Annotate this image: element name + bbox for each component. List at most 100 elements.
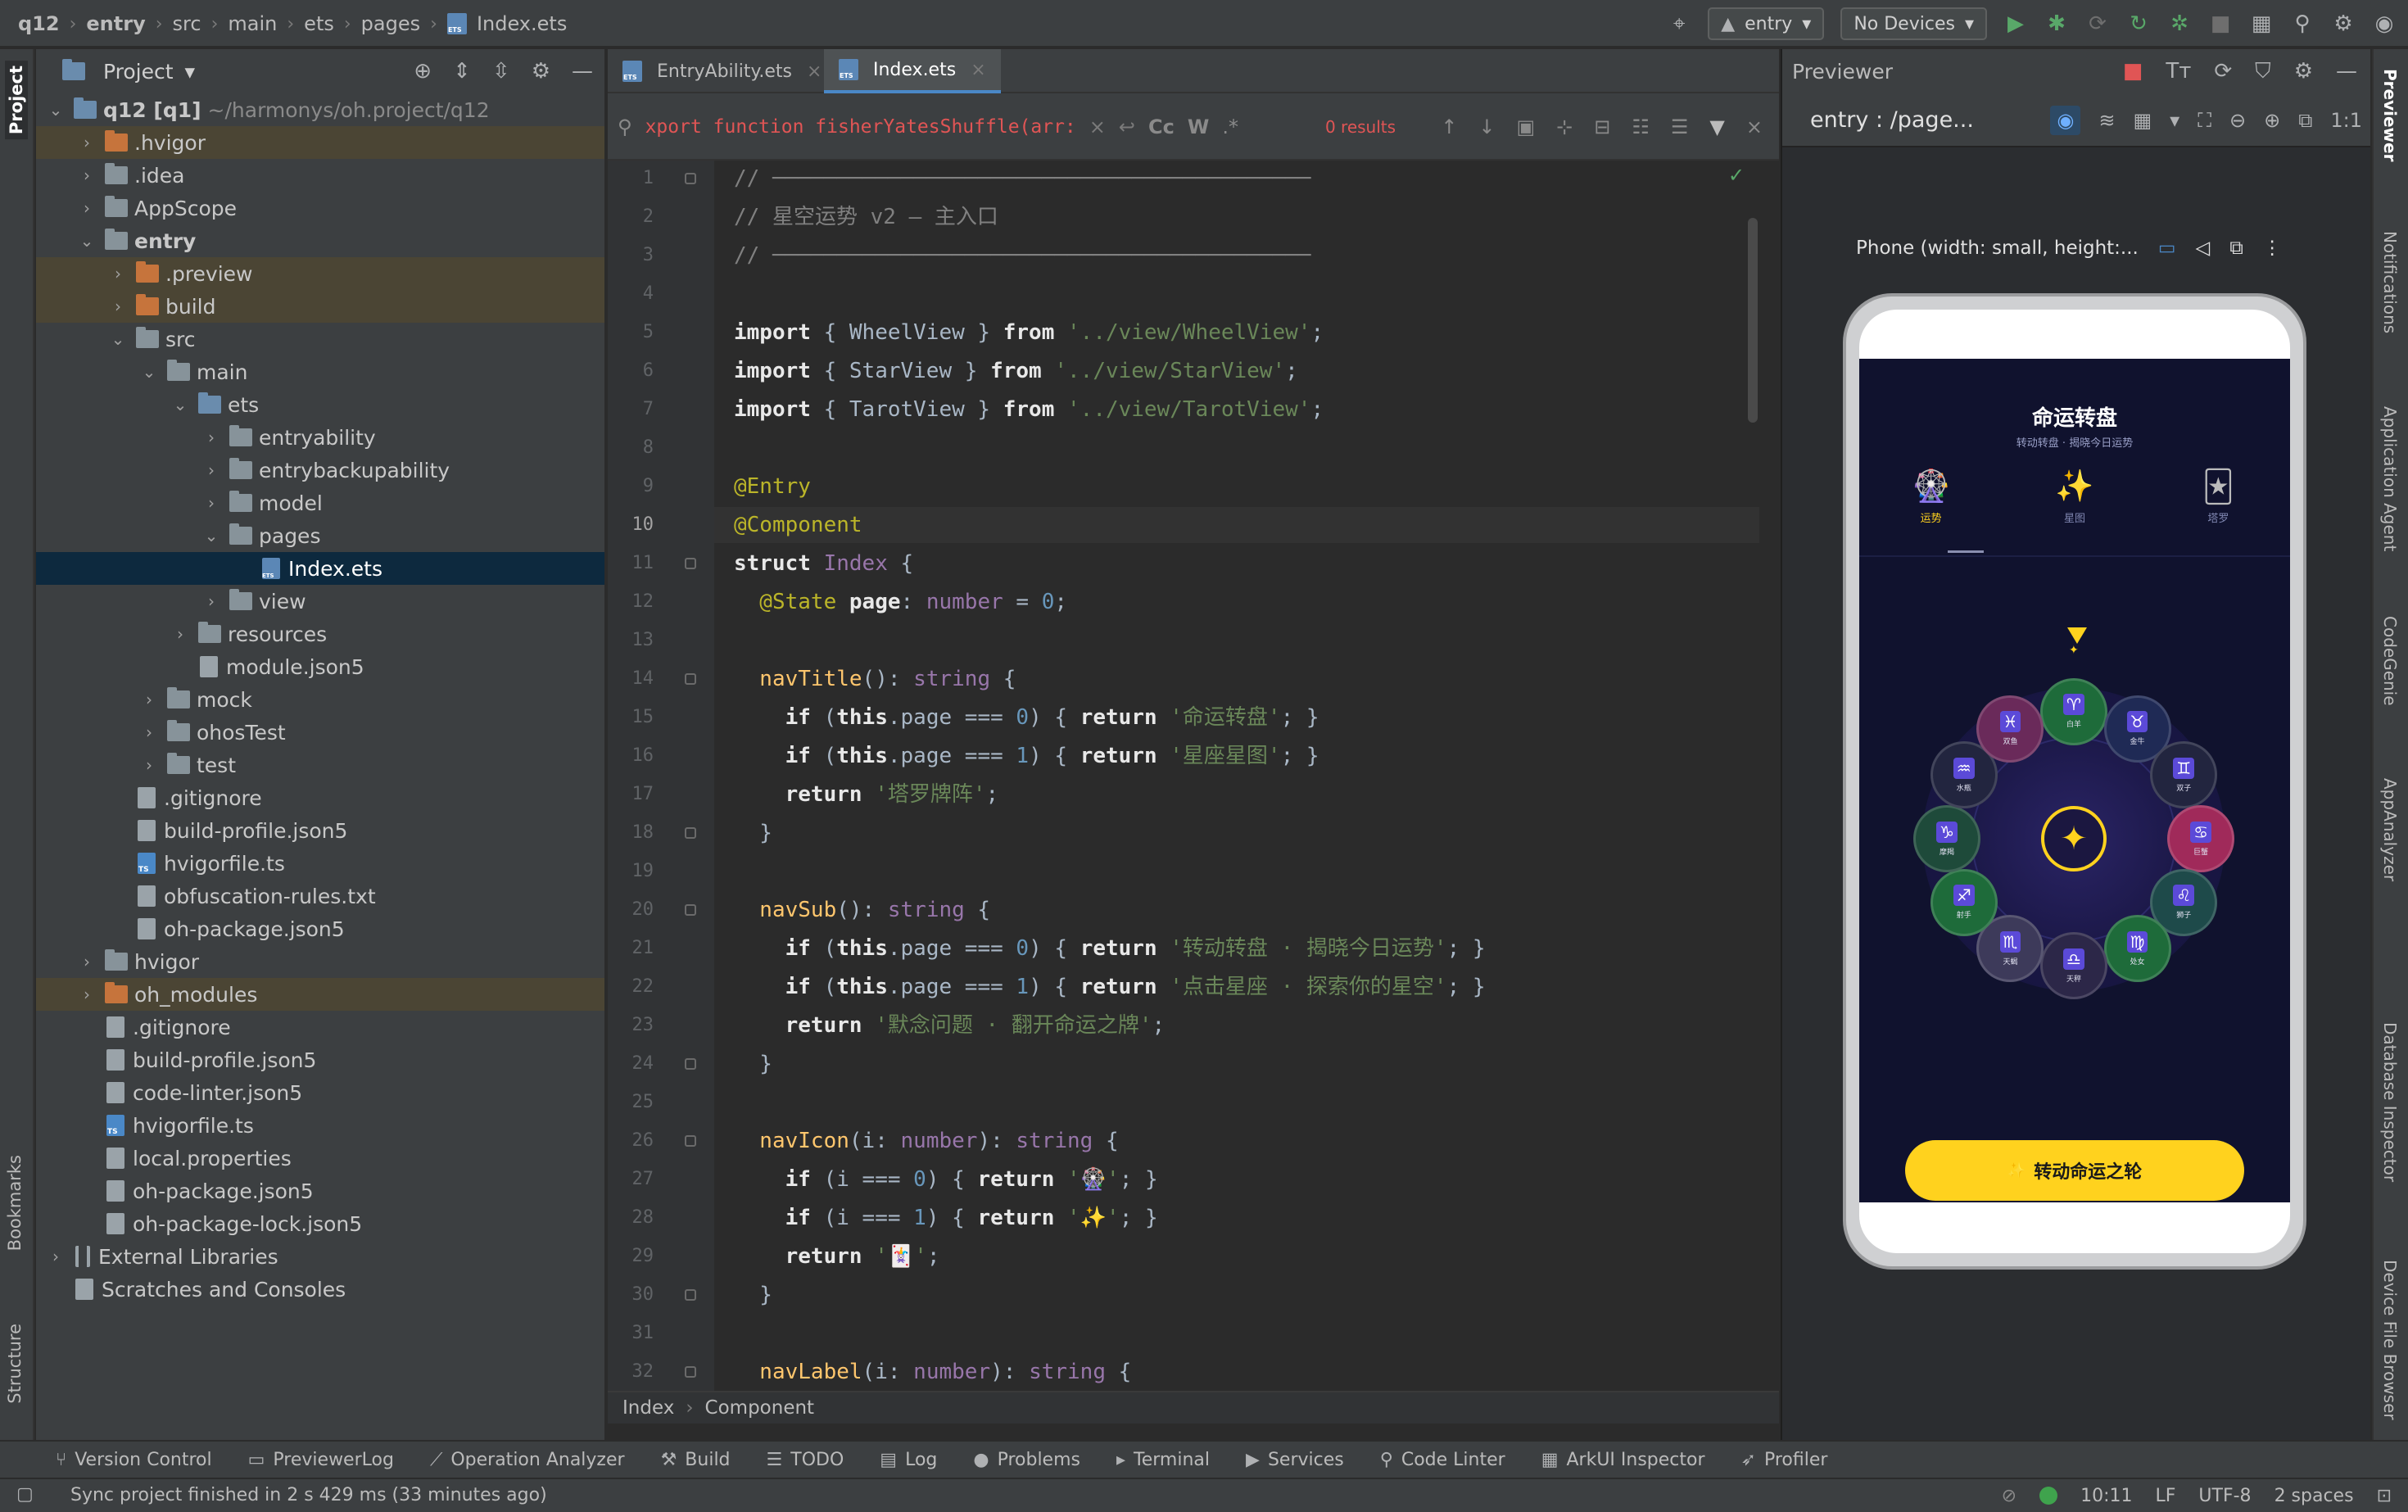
chevron-right-icon[interactable]: ›: [77, 198, 97, 218]
tool-tab-arkui-inspector[interactable]: ▦ ArkUI Inspector: [1541, 1450, 1705, 1470]
previewer-tool-tab[interactable]: Previewer: [2380, 69, 2400, 161]
line-number[interactable]: 10: [608, 507, 654, 543]
fold-marker-icon[interactable]: [685, 173, 696, 184]
chevron-right-icon[interactable]: ›: [108, 297, 128, 316]
tool-tab-services[interactable]: ▶ Services: [1246, 1450, 1344, 1470]
status-message[interactable]: Sync project finished in 2 s 429 ms (33 …: [70, 1479, 547, 1512]
editor-scrollbar[interactable]: [1748, 218, 1758, 423]
line-number[interactable]: 13: [608, 622, 654, 659]
device-profile-label[interactable]: Phone (width: small, height:...: [1856, 238, 2139, 259]
chevron-right-icon[interactable]: ›: [170, 624, 190, 644]
breadcrumb-item[interactable]: entry: [86, 12, 145, 35]
line-number[interactable]: 4: [608, 276, 654, 312]
new-line-icon[interactable]: ↩: [1119, 115, 1135, 138]
zodiac-aries[interactable]: ♈ 白羊: [2040, 677, 2107, 745]
font-size-icon[interactable]: Tт: [2166, 59, 2191, 84]
fold-marker-icon[interactable]: [685, 1135, 696, 1147]
line-number[interactable]: 18: [608, 815, 654, 851]
line-separator[interactable]: LF: [2156, 1486, 2176, 1506]
select-all-occurrences-icon[interactable]: ▣: [1516, 115, 1535, 138]
application-agent-tool-tab[interactable]: Application Agent: [2380, 406, 2400, 551]
tree-item[interactable]: ⌄ ets: [36, 388, 604, 421]
line-number[interactable]: 14: [608, 661, 654, 697]
chevron-down-icon[interactable]: ⌄: [46, 100, 66, 120]
breadcrumb-item[interactable]: q12: [18, 12, 60, 35]
indent-setting[interactable]: 2 spaces: [2274, 1486, 2354, 1506]
tree-item[interactable]: module.json5: [36, 650, 604, 683]
line-number[interactable]: 27: [608, 1161, 654, 1197]
tool-tab-problems[interactable]: ● Problems: [973, 1450, 1080, 1470]
tree-item[interactable]: oh-package-lock.json5: [36, 1207, 604, 1240]
line-number[interactable]: 1: [608, 161, 654, 197]
chevron-right-icon[interactable]: ›: [139, 755, 159, 775]
display-icon[interactable]: ▭: [2158, 238, 2176, 259]
breadcrumb-item[interactable]: pages: [361, 12, 420, 35]
tree-item[interactable]: › .idea: [36, 159, 604, 192]
target-icon[interactable]: ⌖: [1667, 11, 1691, 36]
tree-item[interactable]: ⌄ q12 [q1] ~/harmonys/oh.project/q12: [36, 93, 604, 126]
project-structure-icon[interactable]: ▦: [2249, 11, 2274, 36]
clear-icon[interactable]: ×: [1089, 115, 1106, 138]
zodiac-libra[interactable]: ♎ 天秤: [2040, 932, 2107, 1000]
tree-item[interactable]: › view: [36, 585, 604, 618]
tree-item[interactable]: › .hvigor: [36, 126, 604, 159]
breadcrumb-item[interactable]: main: [228, 12, 277, 35]
zodiac-capricorn[interactable]: ♑ 摩羯: [1912, 805, 1980, 872]
close-icon[interactable]: ×: [1746, 115, 1763, 138]
codegenie-icon[interactable]: ◉: [2372, 11, 2397, 36]
select-all-icon[interactable]: ☷: [1632, 115, 1650, 138]
locate-icon[interactable]: ⊕: [414, 59, 432, 84]
device-selector[interactable]: No Devices ▾: [1840, 7, 1987, 40]
tool-tab-log[interactable]: ▤ Log: [880, 1450, 937, 1470]
tree-item[interactable]: › build: [36, 290, 604, 323]
fold-marker-icon[interactable]: [685, 673, 696, 685]
bookmarks-tool-tab[interactable]: Bookmarks: [5, 1155, 25, 1251]
line-number[interactable]: 8: [608, 430, 654, 466]
toggle-panels-icon[interactable]: ▢: [16, 1484, 34, 1505]
tree-item[interactable]: hvigorfile.ts: [36, 847, 604, 880]
status-ok-icon[interactable]: [2039, 1487, 2058, 1505]
filter-icon[interactable]: ▼: [1709, 115, 1724, 138]
fold-marker-icon[interactable]: [685, 904, 696, 916]
match-case-toggle[interactable]: Cc: [1148, 115, 1175, 138]
caret-position[interactable]: 10:11: [2080, 1486, 2132, 1506]
nav-item-stars[interactable]: ✨ 星图: [2003, 455, 2146, 537]
tool-tab-code-linter[interactable]: ⚲ Code Linter: [1380, 1450, 1505, 1470]
zodiac-sagittarius[interactable]: ♐ 射手: [1930, 868, 1998, 936]
chevron-right-icon[interactable]: ›: [77, 985, 97, 1004]
regex-toggle[interactable]: .*: [1222, 115, 1238, 138]
run-icon[interactable]: ▶: [2003, 11, 2028, 36]
fold-marker-icon[interactable]: [685, 1366, 696, 1378]
chevron-down-icon[interactable]: ⌄: [201, 526, 221, 545]
tool-tab-todo[interactable]: ☰ TODO: [767, 1450, 844, 1470]
tool-tab-build[interactable]: ⚒ Build: [661, 1450, 731, 1470]
chevron-down-icon[interactable]: ▾: [2170, 109, 2179, 132]
line-number[interactable]: 31: [608, 1315, 654, 1351]
inspect-mode-icon[interactable]: ◉: [2050, 106, 2081, 135]
line-number[interactable]: 30: [608, 1277, 654, 1313]
nav-item-fortune[interactable]: 🎡 运势: [1859, 455, 2003, 537]
tab-index[interactable]: Index.ets ×: [824, 49, 1001, 93]
chevron-right-icon[interactable]: ›: [201, 428, 221, 447]
tree-item[interactable]: obfuscation-rules.txt: [36, 880, 604, 912]
zoom-in-icon[interactable]: ⊕: [2264, 109, 2280, 132]
project-tool-tab[interactable]: Project: [5, 61, 28, 140]
line-number[interactable]: 9: [608, 469, 654, 505]
fold-marker-icon[interactable]: [685, 1289, 696, 1301]
line-number[interactable]: 6: [608, 353, 654, 389]
line-number[interactable]: 5: [608, 315, 654, 351]
attach-debugger-icon[interactable]: ⟳: [2085, 11, 2110, 36]
line-number[interactable]: 21: [608, 930, 654, 967]
lock-icon[interactable]: ⊡: [2377, 1486, 2392, 1506]
zodiac-cancer[interactable]: ♋ 巨蟹: [2167, 805, 2235, 872]
remove-selection-icon[interactable]: ⊟: [1594, 115, 1610, 138]
tree-item[interactable]: local.properties: [36, 1142, 604, 1175]
tree-item[interactable]: › mock: [36, 683, 604, 716]
line-number[interactable]: 25: [608, 1084, 654, 1120]
line-number[interactable]: 11: [608, 545, 654, 582]
chevron-right-icon[interactable]: ›: [77, 165, 97, 185]
line-number[interactable]: 12: [608, 584, 654, 620]
chevron-right-icon[interactable]: ›: [46, 1247, 66, 1266]
line-number[interactable]: 3: [608, 238, 654, 274]
appanalyzer-tool-tab[interactable]: AppAnalyzer: [2380, 778, 2400, 881]
